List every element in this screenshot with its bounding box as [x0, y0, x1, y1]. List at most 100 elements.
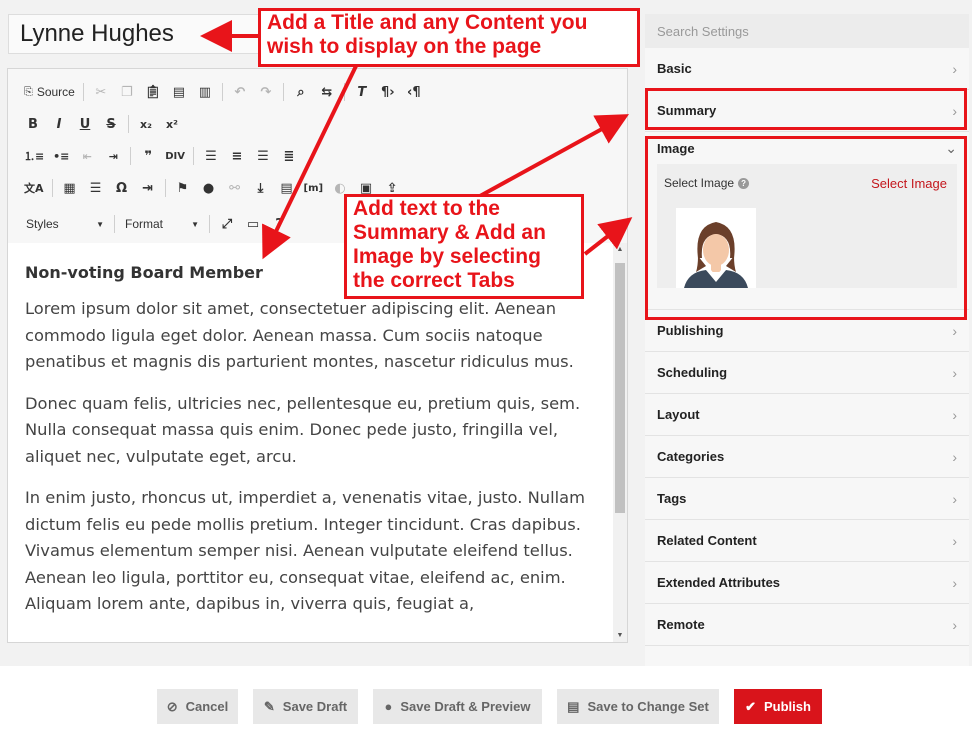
find-icon[interactable]: ⌕ — [288, 79, 314, 105]
edit-icon: ✎ — [263, 698, 275, 714]
toolbar-separator — [82, 83, 84, 101]
format-dropdown[interactable]: Format ▼ — [119, 213, 205, 235]
chevron-right-icon: › — [952, 532, 957, 549]
subscript-icon[interactable]: x₂ — [133, 111, 159, 137]
special-char-icon[interactable]: Ω — [109, 175, 135, 201]
check-icon: ✔ — [745, 698, 756, 714]
cut-icon[interactable]: ✂ — [88, 79, 114, 105]
summary-highlight — [645, 88, 967, 130]
content-paragraph: In enim justo, rhoncus ut, imperdiet a, … — [25, 488, 585, 613]
action-bar: ⊘ Cancel ✎ Save Draft ● Save Draft & Pre… — [0, 666, 972, 734]
superscript-icon[interactable]: x² — [159, 111, 185, 137]
editor-content[interactable]: Non-voting Board Member Lorem ipsum dolo… — [8, 243, 613, 642]
list-icon: ▤ — [567, 698, 580, 714]
bulleted-list-icon[interactable]: •≡ — [48, 143, 74, 169]
toolbar-separator — [114, 215, 115, 233]
editor-scrollbar[interactable]: ▲ ▼ — [613, 243, 627, 642]
accordion-layout[interactable]: Layout › — [645, 394, 969, 436]
accordion-tags[interactable]: Tags › — [645, 478, 969, 520]
remove-format-icon[interactable]: T — [349, 79, 375, 105]
paste-word-icon[interactable]: ▥ — [192, 79, 218, 105]
document-icon[interactable]: ▤ — [274, 175, 300, 201]
chevron-right-icon: › — [952, 616, 957, 633]
table-icon[interactable]: ▦ — [57, 175, 83, 201]
indent-icon[interactable]: ⇥ — [100, 143, 126, 169]
redo-icon[interactable]: ↷ — [253, 79, 279, 105]
italic-icon[interactable]: I — [46, 111, 72, 137]
replace-icon[interactable]: ⇆ — [314, 79, 340, 105]
unlink-icon[interactable]: ⚯ — [222, 175, 248, 201]
help-icon[interactable]: ? — [266, 211, 292, 237]
chevron-right-icon: › — [952, 448, 957, 465]
accordion-extended-attributes[interactable]: Extended Attributes › — [645, 562, 969, 604]
content-paragraph: Lorem ipsum dolor sit amet, consectetuer… — [25, 299, 574, 371]
accordion-categories[interactable]: Categories › — [645, 436, 969, 478]
outdent-icon[interactable]: ⇤ — [74, 143, 100, 169]
paste-text-icon[interactable]: ▤ — [166, 79, 192, 105]
toolbar-separator — [164, 179, 166, 197]
toolbar-separator — [221, 83, 223, 101]
module-icon[interactable]: [m] — [300, 175, 328, 201]
save-change-set-button[interactable]: ▤ Save to Change Set — [557, 689, 719, 724]
copy-icon[interactable]: ❐ — [114, 79, 140, 105]
chevron-down-icon: ▼ — [96, 219, 104, 229]
title-callout: Add a Title and any Content you wish to … — [258, 8, 640, 67]
align-center-icon[interactable]: ≡ — [224, 143, 250, 169]
underline-icon[interactable]: U — [72, 111, 98, 137]
chevron-right-icon: › — [952, 490, 957, 507]
toolbar-separator — [51, 179, 53, 197]
image-highlight — [645, 136, 967, 320]
rich-text-editor: ⎘ Source ✂ ❐ 📋︎ ▤ ▥ ↶ ↷ ⌕ ⇆ T ¶› ‹¶ B I … — [7, 68, 628, 643]
accordion-remote[interactable]: Remote › — [645, 604, 969, 646]
horizontal-rule-icon[interactable]: ☰ — [83, 175, 109, 201]
rtl-icon[interactable]: ‹¶ — [401, 79, 427, 105]
source-icon: ⎘ — [24, 85, 33, 98]
maximize-icon[interactable]: ⤢ — [214, 211, 240, 237]
download-icon[interactable]: ⤓ — [248, 175, 274, 201]
page-break-icon[interactable]: ⇥ — [135, 175, 161, 201]
chevron-right-icon: › — [952, 364, 957, 381]
numbered-list-icon[interactable]: ⒈≡ — [20, 143, 48, 169]
chevron-right-icon: › — [952, 574, 957, 591]
toolbar-separator — [128, 115, 129, 133]
language-icon[interactable]: 文A — [20, 175, 48, 201]
accordion-basic[interactable]: Basic › — [645, 48, 969, 90]
align-right-icon[interactable]: ☰ — [250, 143, 276, 169]
toolbar-separator — [192, 147, 194, 165]
source-button[interactable]: ⎘ Source — [20, 79, 79, 105]
cancel-button[interactable]: ⊘ Cancel — [157, 689, 238, 724]
save-draft-button[interactable]: ✎ Save Draft — [253, 689, 358, 724]
undo-icon[interactable]: ↶ — [227, 79, 253, 105]
strikethrough-icon[interactable]: S — [98, 111, 124, 137]
div-icon[interactable]: DIV — [161, 143, 189, 169]
anchor-icon[interactable]: ⚑ — [170, 175, 196, 201]
paste-icon[interactable]: 📋︎ — [140, 79, 166, 105]
accordion-scheduling[interactable]: Scheduling › — [645, 352, 969, 394]
scroll-up-icon[interactable]: ▲ — [613, 246, 627, 253]
toolbar-separator — [282, 83, 284, 101]
scrollbar-thumb[interactable] — [615, 263, 625, 513]
content-paragraph: Donec quam felis, ultricies nec, pellent… — [25, 393, 581, 466]
styles-dropdown[interactable]: Styles ▼ — [20, 213, 110, 235]
save-draft-preview-button[interactable]: ● Save Draft & Preview — [373, 689, 542, 724]
scroll-down-icon[interactable]: ▼ — [613, 632, 627, 639]
link-icon[interactable]: ● — [196, 175, 222, 201]
search-settings-input[interactable]: Search Settings — [645, 14, 969, 48]
bold-icon[interactable]: B — [20, 111, 46, 137]
accordion-related-content[interactable]: Related Content › — [645, 520, 969, 562]
toolbar-separator — [343, 83, 345, 101]
toolbar-separator — [209, 215, 210, 233]
publish-button[interactable]: ✔ Publish — [734, 689, 822, 724]
globe-icon: ● — [384, 699, 393, 714]
chevron-down-icon: ▼ — [191, 219, 199, 229]
ltr-icon[interactable]: ¶› — [375, 79, 401, 105]
chevron-right-icon: › — [952, 60, 957, 77]
blockquote-icon[interactable]: ❞ — [135, 143, 161, 169]
editor-page: ⎘ Source ✂ ❐ 📋︎ ▤ ▥ ↶ ↷ ⌕ ⇆ T ¶› ‹¶ — [0, 0, 972, 734]
chevron-right-icon: › — [952, 322, 957, 339]
show-blocks-icon[interactable]: ▭ — [240, 211, 266, 237]
justify-icon[interactable]: ≣ — [276, 143, 302, 169]
align-left-icon[interactable]: ☰ — [198, 143, 224, 169]
summary-callout: Add text to the Summary & Add an Image b… — [344, 194, 584, 299]
toolbar-separator — [130, 147, 132, 165]
